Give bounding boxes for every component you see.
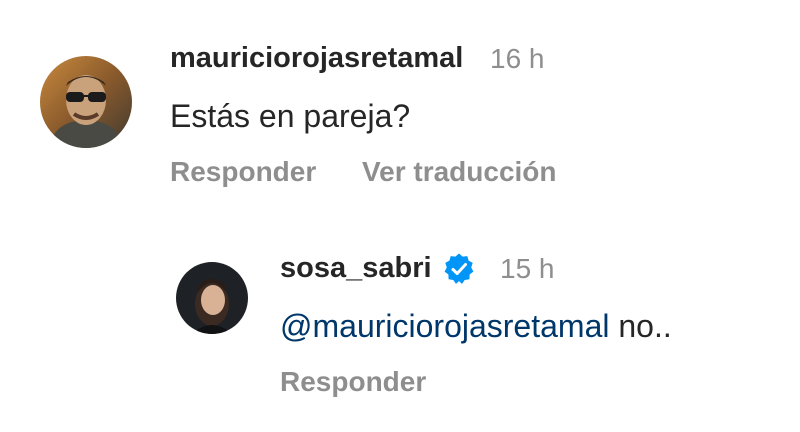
verified-badge-icon [444,253,474,284]
comment-translate-button[interactable]: Ver traducción [362,156,557,188]
reply-avatar[interactable] [176,262,248,334]
reply-text: @mauriciorojasretamal no.. [280,308,672,345]
reply-reply-button[interactable]: Responder [280,366,426,398]
comment-username[interactable]: mauriciorojasretamal [170,42,463,75]
comment-reply-button[interactable]: Responder [170,156,316,188]
reply-timestamp: 15 h [500,253,555,284]
reply-mention-link[interactable]: @mauriciorojasretamal [280,308,609,344]
reply-username[interactable]: sosa_sabri [280,252,432,285]
comment-text: Estás en pareja? [170,98,411,134]
comment-avatar[interactable] [40,56,132,148]
reply-text-content: no.. [609,308,672,344]
comment-timestamp: 16 h [490,43,545,74]
